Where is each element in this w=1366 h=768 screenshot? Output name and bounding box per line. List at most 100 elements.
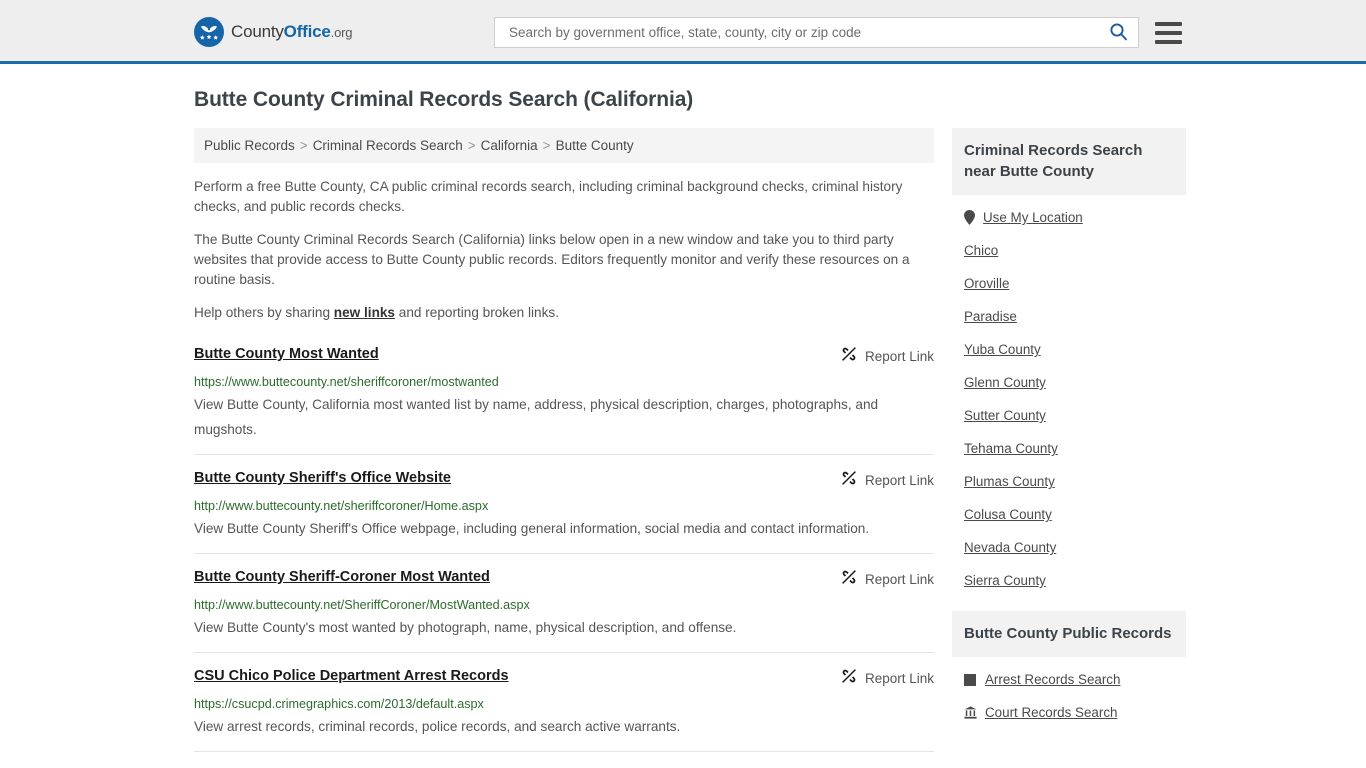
sidebar-nearby-item: Tehama County — [952, 432, 1186, 465]
sidebar-public-records-link[interactable]: Court Records Search — [985, 705, 1117, 720]
result-item: Butte County Most Wanted Report Link https… — [194, 337, 934, 454]
sidebar-nearby-heading: Criminal Records Search near Butte Count… — [952, 128, 1186, 195]
intro-p3-post: and reporting broken links. — [395, 305, 559, 320]
report-link-label: Report Link — [865, 572, 934, 587]
sidebar-nearby-link[interactable]: Colusa County — [964, 507, 1052, 522]
logo-text-org: .org — [331, 25, 353, 40]
result-item: Butte County Sheriff-Coroner Most Wanted… — [194, 553, 934, 652]
result-header: Butte County Sheriff's Office Website Rep… — [194, 469, 934, 492]
result-description: View Butte County's most wanted by photo… — [194, 615, 934, 640]
report-link-button[interactable]: Report Link — [840, 345, 934, 368]
main-content: Public Records > Criminal Records Search > C… — [194, 128, 934, 768]
search-box[interactable] — [494, 17, 1139, 48]
sidebar-nearby-link[interactable]: Chico — [964, 243, 998, 258]
sidebar-public-records-list: Arrest Records Search Court Records Searc… — [952, 657, 1186, 729]
courthouse-icon — [964, 706, 977, 719]
content-columns: Public Records > Criminal Records Search > C… — [194, 128, 1172, 768]
sidebar-nearby-list: Use My Location Chico Oroville Paradise Yuba… — [952, 195, 1186, 597]
sidebar-nearby-item: Sierra County — [952, 564, 1186, 597]
broken-link-icon — [840, 667, 858, 690]
search-button[interactable] — [1107, 22, 1130, 44]
sidebar-public-records-heading: Butte County Public Records — [952, 611, 1186, 657]
report-link-label: Report Link — [865, 671, 934, 686]
sidebar-nearby-link[interactable]: Use My Location — [983, 210, 1083, 225]
sidebar-nearby-link[interactable]: Glenn County — [964, 375, 1046, 390]
sidebar-public-records-item: Court Records Search — [952, 696, 1186, 729]
result-title-link[interactable]: Butte County Most Wanted — [194, 345, 379, 363]
hamburger-menu-icon[interactable] — [1155, 22, 1182, 44]
breadcrumb-item-2[interactable]: Criminal Records Search — [313, 138, 463, 153]
sidebar-nearby-link[interactable]: Sierra County — [964, 573, 1046, 588]
result-description: View arrest records, criminal records, p… — [194, 714, 934, 739]
sidebar-nearby-link[interactable]: Plumas County — [964, 474, 1055, 489]
search-input[interactable] — [507, 24, 1107, 41]
breadcrumb-item-4[interactable]: Butte County — [556, 138, 634, 153]
sidebar-nearby-link[interactable]: Tehama County — [964, 441, 1058, 456]
county-office-eagle-logo-icon — [194, 17, 224, 47]
result-title-link[interactable]: Butte County Sheriff-Coroner Most Wanted — [194, 568, 490, 586]
result-header: Butte County Sheriff-Coroner Most Wanted… — [194, 568, 934, 591]
intro-paragraph-2: The Butte County Criminal Records Search… — [194, 230, 934, 290]
report-link-button[interactable]: Report Link — [840, 667, 934, 690]
report-link-label: Report Link — [865, 473, 934, 488]
sidebar-nearby-item: Yuba County — [952, 333, 1186, 366]
search-icon — [1109, 22, 1128, 44]
sidebar: Criminal Records Search near Butte Count… — [952, 128, 1186, 743]
breadcrumb-separator: > — [468, 138, 476, 153]
sidebar-nearby-link[interactable]: Yuba County — [964, 342, 1041, 357]
report-link-button[interactable]: Report Link — [840, 469, 934, 492]
sidebar-public-records-link[interactable]: Arrest Records Search — [985, 672, 1120, 687]
intro-text: Perform a free Butte County, CA public c… — [194, 177, 934, 323]
result-url[interactable]: http://www.buttecounty.net/sheriffcorone… — [194, 498, 934, 514]
logo-wordmark: CountyOffice.org — [231, 22, 352, 42]
result-item: CSU Chico Police Department Arrest Recor… — [194, 652, 934, 751]
breadcrumb-item-1[interactable]: Public Records — [204, 138, 295, 153]
result-url[interactable]: https://csucpd.crimegraphics.com/2013/de… — [194, 696, 934, 712]
page-container: Butte County Criminal Records Search (Ca… — [0, 88, 1366, 768]
site-logo[interactable]: CountyOffice.org — [194, 17, 352, 47]
result-header: Butte County Most Wanted Report Link — [194, 345, 934, 368]
result-url[interactable]: http://www.buttecounty.net/SheriffCorone… — [194, 597, 934, 613]
results-list: Butte County Most Wanted Report Link https… — [194, 337, 934, 768]
sidebar-nearby-link[interactable]: Paradise — [964, 309, 1017, 324]
intro-p3-pre: Help others by sharing — [194, 305, 334, 320]
sidebar-nearby-item: Colusa County — [952, 498, 1186, 531]
sidebar-nearby-link[interactable]: Oroville — [964, 276, 1009, 291]
logo-text-office: Office — [284, 22, 331, 41]
sidebar-nearby-link[interactable]: Sutter County — [964, 408, 1046, 423]
intro-paragraph-1: Perform a free Butte County, CA public c… — [194, 177, 934, 217]
broken-link-icon — [840, 345, 858, 368]
report-link-button[interactable]: Report Link — [840, 568, 934, 591]
intro-paragraph-3: Help others by sharing new links and rep… — [194, 303, 934, 323]
breadcrumb-item-3[interactable]: California — [481, 138, 538, 153]
hamburger-bar — [1155, 40, 1182, 44]
broken-link-icon — [840, 469, 858, 492]
broken-link-icon — [840, 568, 858, 591]
sidebar-nearby-item: Nevada County — [952, 531, 1186, 564]
result-item: Chico Police Department Arrest RecordsRe… — [194, 751, 934, 768]
sidebar-nearby-item: Use My Location — [952, 201, 1186, 234]
result-item: Butte County Sheriff's Office Website Rep… — [194, 454, 934, 553]
breadcrumb-separator: > — [543, 138, 551, 153]
sidebar-nearby-block: Criminal Records Search near Butte Count… — [952, 128, 1186, 597]
breadcrumb-separator: > — [300, 138, 308, 153]
sidebar-nearby-item: Glenn County — [952, 366, 1186, 399]
sidebar-nearby-link[interactable]: Nevada County — [964, 540, 1056, 555]
sidebar-nearby-item: Sutter County — [952, 399, 1186, 432]
sidebar-public-records-block: Butte County Public Records Arrest Recor… — [952, 611, 1186, 729]
result-title-link[interactable]: Butte County Sheriff's Office Website — [194, 469, 451, 487]
fingerprint-badge-icon — [964, 674, 977, 686]
hamburger-bar — [1155, 22, 1182, 26]
hamburger-bar — [1155, 31, 1182, 35]
result-url[interactable]: https://www.buttecounty.net/sheriffcoron… — [194, 374, 934, 390]
sidebar-public-records-item: Arrest Records Search — [952, 663, 1186, 696]
breadcrumb: Public Records > Criminal Records Search > C… — [194, 128, 934, 163]
result-title-link[interactable]: CSU Chico Police Department Arrest Recor… — [194, 667, 509, 685]
report-link-label: Report Link — [865, 349, 934, 364]
site-header: CountyOffice.org — [0, 0, 1366, 64]
page-title: Butte County Criminal Records Search (Ca… — [194, 88, 1172, 112]
sidebar-nearby-item: Chico — [952, 234, 1186, 267]
result-header: CSU Chico Police Department Arrest Recor… — [194, 667, 934, 690]
new-links-link[interactable]: new links — [334, 305, 395, 320]
logo-text-county: County — [231, 22, 284, 41]
